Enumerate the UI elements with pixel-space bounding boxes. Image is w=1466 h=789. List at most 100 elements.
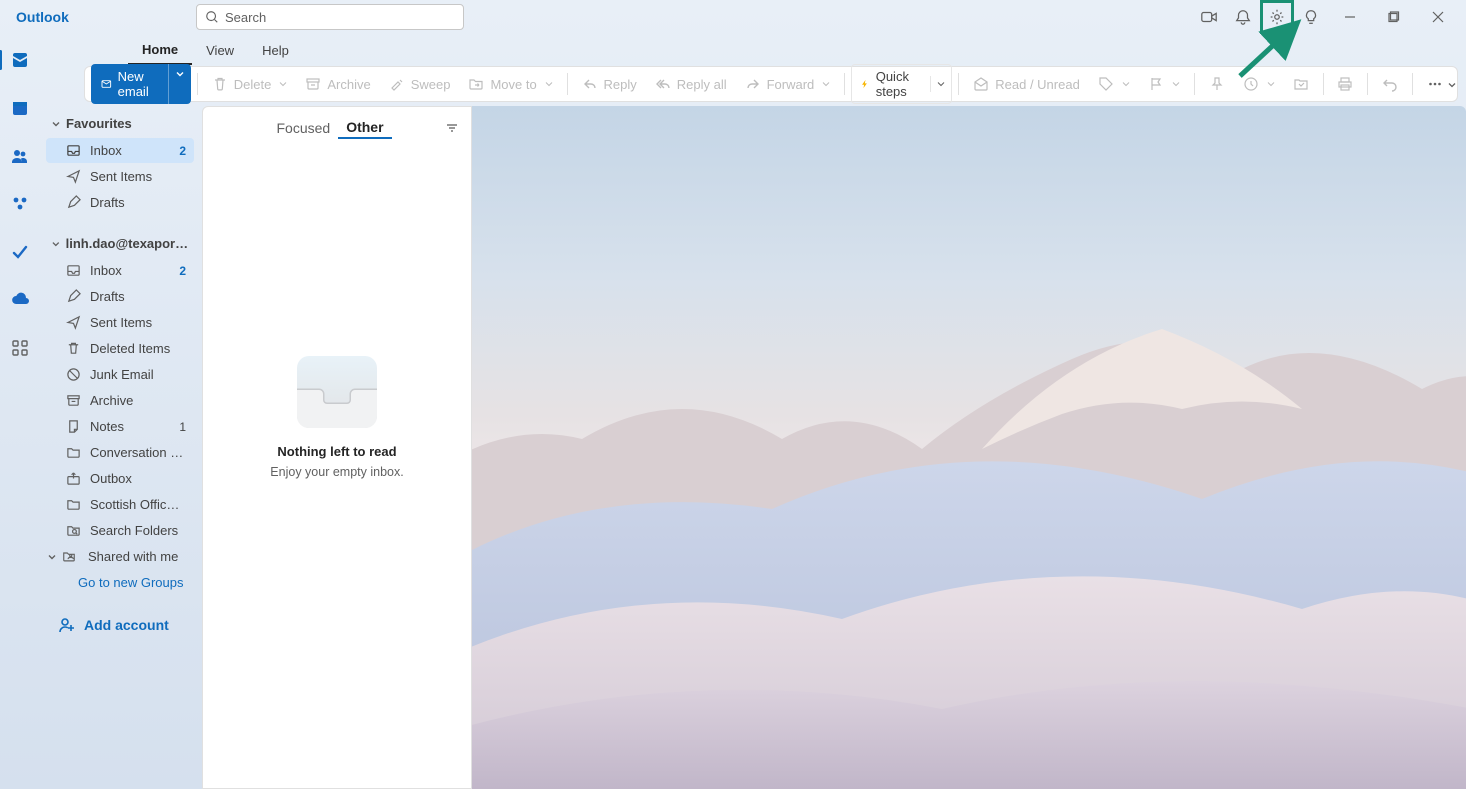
inbox-icon (64, 143, 82, 158)
trash-icon (212, 76, 228, 92)
note-icon (64, 419, 82, 434)
chevron-down-icon (46, 551, 58, 563)
rail-calendar-icon[interactable] (4, 92, 36, 124)
delete-button[interactable]: Delete (204, 72, 296, 96)
ribbon-tabs: Home View Help (40, 34, 1466, 66)
tab-help[interactable]: Help (248, 37, 303, 64)
archive-button[interactable]: Archive (297, 72, 378, 96)
nav-scottish[interactable]: Scottish Office em... (46, 492, 194, 517)
nav-fav-sent[interactable]: Sent Items (46, 164, 194, 189)
tab-home[interactable]: Home (128, 36, 192, 65)
meet-now-icon[interactable] (1192, 0, 1226, 34)
undo-icon (1382, 76, 1398, 92)
send-icon (64, 315, 82, 330)
folder-icon (64, 445, 82, 460)
empty-title: Nothing left to read (277, 444, 396, 459)
snooze-button[interactable] (1235, 72, 1283, 96)
flag-button[interactable] (1140, 72, 1188, 96)
person-plus-icon (58, 616, 76, 634)
chevron-down-icon (50, 118, 62, 130)
notifications-icon[interactable] (1226, 0, 1260, 34)
ribbon-collapse[interactable] (1443, 67, 1461, 103)
pin-button[interactable] (1201, 72, 1233, 96)
move-to-button[interactable]: Move to (460, 72, 560, 96)
window-maximize[interactable] (1372, 0, 1416, 34)
filter-icon (445, 121, 459, 135)
print-icon (1337, 76, 1353, 92)
rail-todo-icon[interactable] (4, 236, 36, 268)
print-button[interactable] (1329, 72, 1361, 96)
rail-groups-icon[interactable] (4, 188, 36, 220)
nav-sent[interactable]: Sent Items (46, 310, 194, 335)
forward-button[interactable]: Forward (737, 72, 839, 96)
nav-search-folders[interactable]: Search Folders (46, 518, 194, 543)
search-folder-icon (64, 523, 82, 538)
empty-subtitle: Enjoy your empty inbox. (270, 465, 403, 479)
folder-icon (64, 497, 82, 512)
rail-apps-icon[interactable] (4, 332, 36, 364)
left-app-rail (0, 34, 40, 789)
new-email-button[interactable]: New email (91, 64, 168, 104)
tab-view[interactable]: View (192, 37, 248, 64)
lightning-icon (860, 77, 870, 91)
folder-nav: Favourites Inbox 2 Sent Items Drafts lin… (40, 106, 200, 789)
window-close[interactable] (1416, 0, 1460, 34)
sweep-icon (389, 76, 405, 92)
app-name: Outlook (6, 9, 196, 25)
nav-deleted[interactable]: Deleted Items (46, 336, 194, 361)
other-tab[interactable]: Other (338, 117, 391, 139)
filter-button[interactable] (445, 121, 459, 135)
tag-button[interactable] (1090, 72, 1138, 96)
draft-icon (64, 289, 82, 304)
undo-button[interactable] (1374, 72, 1406, 96)
rail-onedrive-icon[interactable] (4, 284, 36, 316)
search-placeholder: Search (225, 10, 266, 25)
reply-button[interactable]: Reply (574, 72, 645, 96)
quick-steps-dropdown[interactable] (930, 76, 951, 92)
mail-icon (101, 76, 112, 92)
quick-steps-button[interactable]: Quick steps (851, 64, 952, 104)
add-account-button[interactable]: Add account (42, 606, 198, 644)
focused-tab[interactable]: Focused (268, 118, 338, 138)
tips-icon[interactable] (1294, 0, 1328, 34)
clock-icon (1243, 76, 1259, 92)
share-icon (62, 549, 80, 564)
nav-fav-inbox[interactable]: Inbox 2 (46, 138, 194, 163)
nav-junk[interactable]: Junk Email (46, 362, 194, 387)
new-email-dropdown[interactable] (168, 64, 191, 104)
favourites-group[interactable]: Favourites (42, 110, 198, 137)
nav-outbox[interactable]: Outbox (46, 466, 194, 491)
settings-icon[interactable] (1260, 0, 1294, 34)
rules-icon (1293, 76, 1309, 92)
nav-notes[interactable]: Notes1 (46, 414, 194, 439)
tag-icon (1098, 76, 1114, 92)
junk-icon (64, 367, 82, 382)
groups-link[interactable]: Go to new Groups (42, 569, 198, 596)
rail-mail-icon[interactable] (4, 44, 36, 76)
window-minimize[interactable] (1328, 0, 1372, 34)
more-icon (1427, 76, 1443, 92)
nav-archive[interactable]: Archive (46, 388, 194, 413)
read-unread-button[interactable]: Read / Unread (965, 72, 1088, 96)
pin-icon (1209, 76, 1225, 92)
nav-drafts[interactable]: Drafts (46, 284, 194, 309)
reading-pane (472, 106, 1466, 789)
search-input[interactable]: Search (196, 4, 464, 30)
toolbar: New email Delete Archive Sweep Move to R… (84, 66, 1458, 102)
nav-shared[interactable]: Shared with me (42, 544, 198, 569)
rail-people-icon[interactable] (4, 140, 36, 172)
folder-move-icon (468, 76, 484, 92)
account-group[interactable]: linh.dao@texaport.... (42, 230, 198, 257)
archive-icon (64, 393, 82, 408)
inbox-icon (64, 263, 82, 278)
flag-icon (1148, 76, 1164, 92)
reply-all-icon (655, 76, 671, 92)
reply-all-button[interactable]: Reply all (647, 72, 735, 96)
sweep-button[interactable]: Sweep (381, 72, 459, 96)
nav-conv-history[interactable]: Conversation Histo... (46, 440, 194, 465)
nav-fav-drafts[interactable]: Drafts (46, 190, 194, 215)
forward-icon (745, 76, 761, 92)
rules-button[interactable] (1285, 72, 1317, 96)
nav-inbox[interactable]: Inbox2 (46, 258, 194, 283)
draft-icon (64, 195, 82, 210)
